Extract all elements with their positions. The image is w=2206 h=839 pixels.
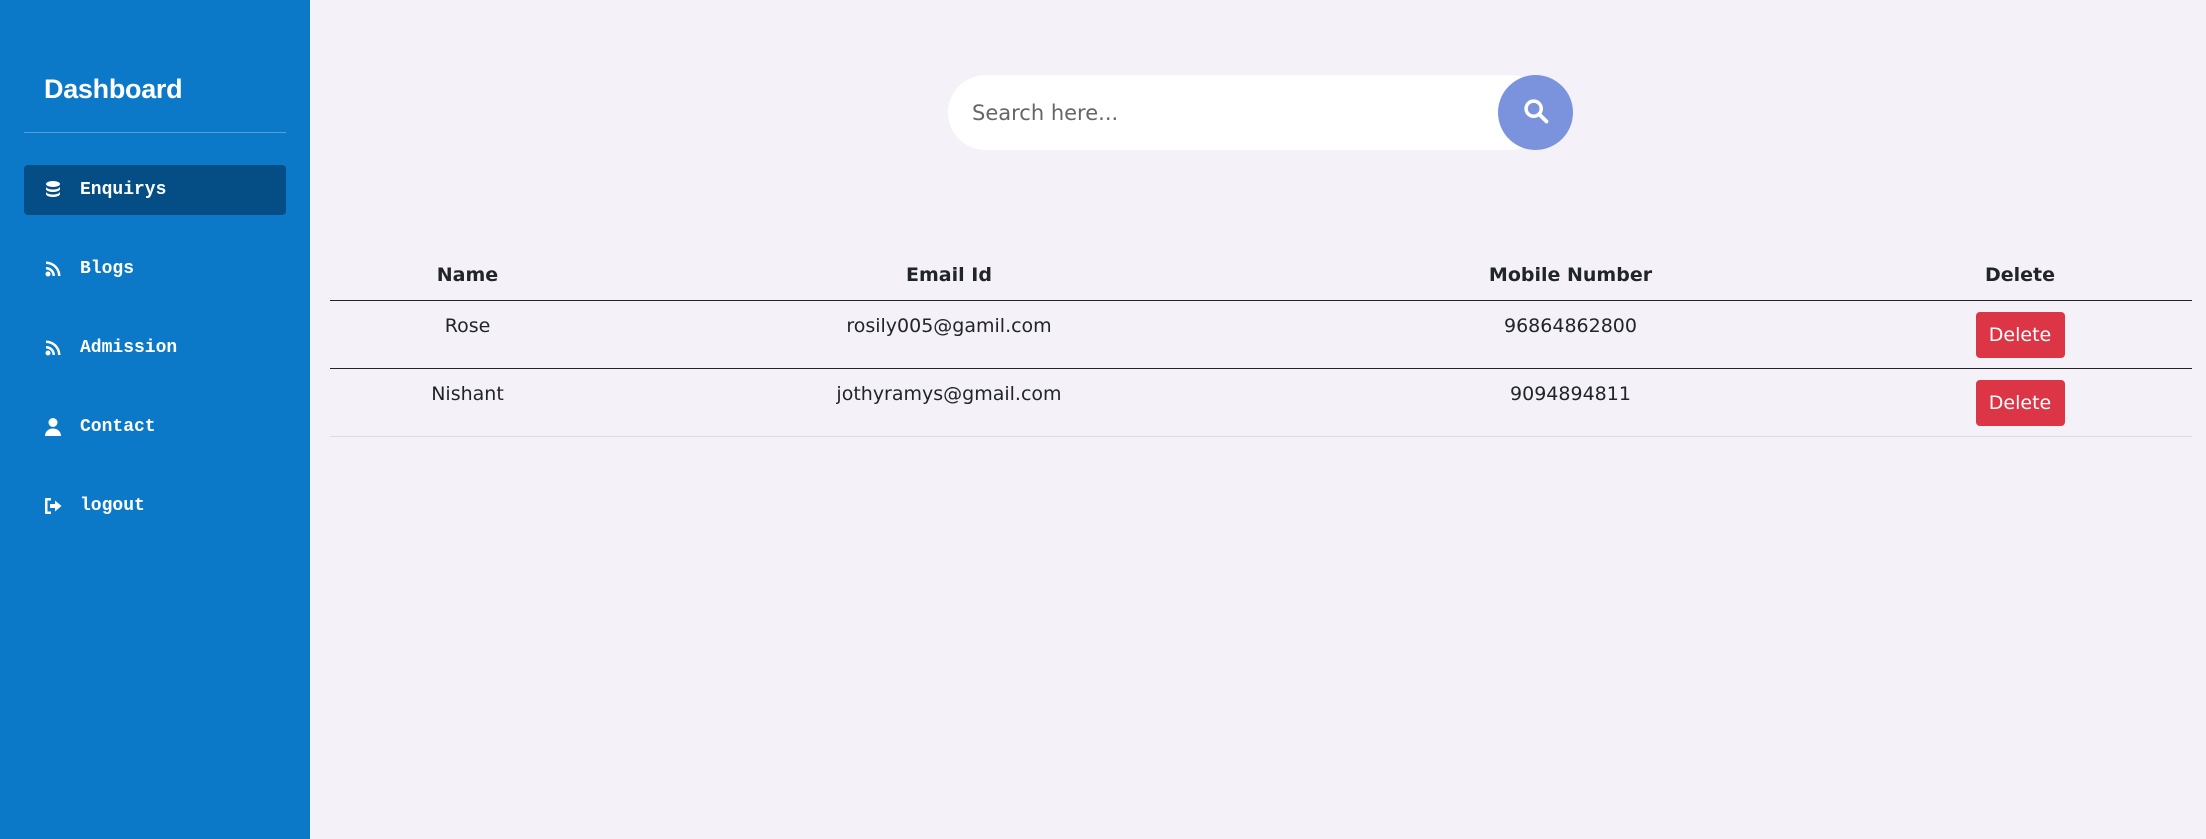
cell-name: Nishant (330, 368, 605, 437)
logout-icon (42, 495, 64, 517)
delete-button[interactable]: Delete (1975, 379, 2065, 426)
sidebar: Dashboard Enquirys Blogs Admission Conta… (0, 0, 310, 839)
search-bar (948, 75, 1573, 150)
user-icon (42, 416, 64, 438)
cell-email: jothyramys@gmail.com (605, 368, 1293, 437)
column-header-mobile: Mobile Number (1293, 250, 1848, 301)
cell-action: Delete (1848, 300, 2192, 369)
sidebar-item-label: Contact (80, 417, 156, 437)
sidebar-item-label: Blogs (80, 259, 135, 279)
table-row: Rose rosily005@gamil.com 96864862800 Del… (330, 300, 2192, 369)
column-header-email: Email Id (605, 250, 1293, 301)
feed-icon (42, 337, 64, 359)
sidebar-item-logout[interactable]: logout (24, 481, 286, 531)
cell-action: Delete (1848, 368, 2192, 437)
enquiries-table: Name Email Id Mobile Number Delete Rose … (330, 250, 2192, 437)
search-input[interactable] (948, 75, 1548, 150)
cell-mobile: 96864862800 (1293, 300, 1848, 369)
sidebar-item-blogs[interactable]: Blogs (24, 244, 286, 294)
search-button[interactable] (1498, 75, 1573, 150)
dashboard-title: Dashboard (44, 74, 183, 104)
search-icon (1522, 97, 1550, 128)
table-header-row: Name Email Id Mobile Number Delete (330, 250, 2192, 301)
sidebar-item-label: logout (80, 496, 145, 516)
column-header-name: Name (330, 250, 605, 301)
column-header-delete: Delete (1848, 250, 2192, 301)
cell-mobile: 9094894811 (1293, 368, 1848, 437)
sidebar-item-label: Enquirys (80, 180, 167, 200)
sidebar-item-admission[interactable]: Admission (24, 323, 286, 373)
sidebar-divider (24, 132, 286, 133)
delete-button[interactable]: Delete (1975, 311, 2065, 358)
sidebar-item-enquirys[interactable]: Enquirys (24, 165, 286, 215)
table-row: Nishant jothyramys@gmail.com 9094894811 … (330, 368, 2192, 437)
cell-email: rosily005@gamil.com (605, 300, 1293, 369)
sidebar-item-label: Admission (80, 338, 178, 358)
database-icon (42, 179, 64, 201)
feed-icon (42, 258, 64, 280)
cell-name: Rose (330, 300, 605, 369)
sidebar-item-contact[interactable]: Contact (24, 402, 286, 452)
